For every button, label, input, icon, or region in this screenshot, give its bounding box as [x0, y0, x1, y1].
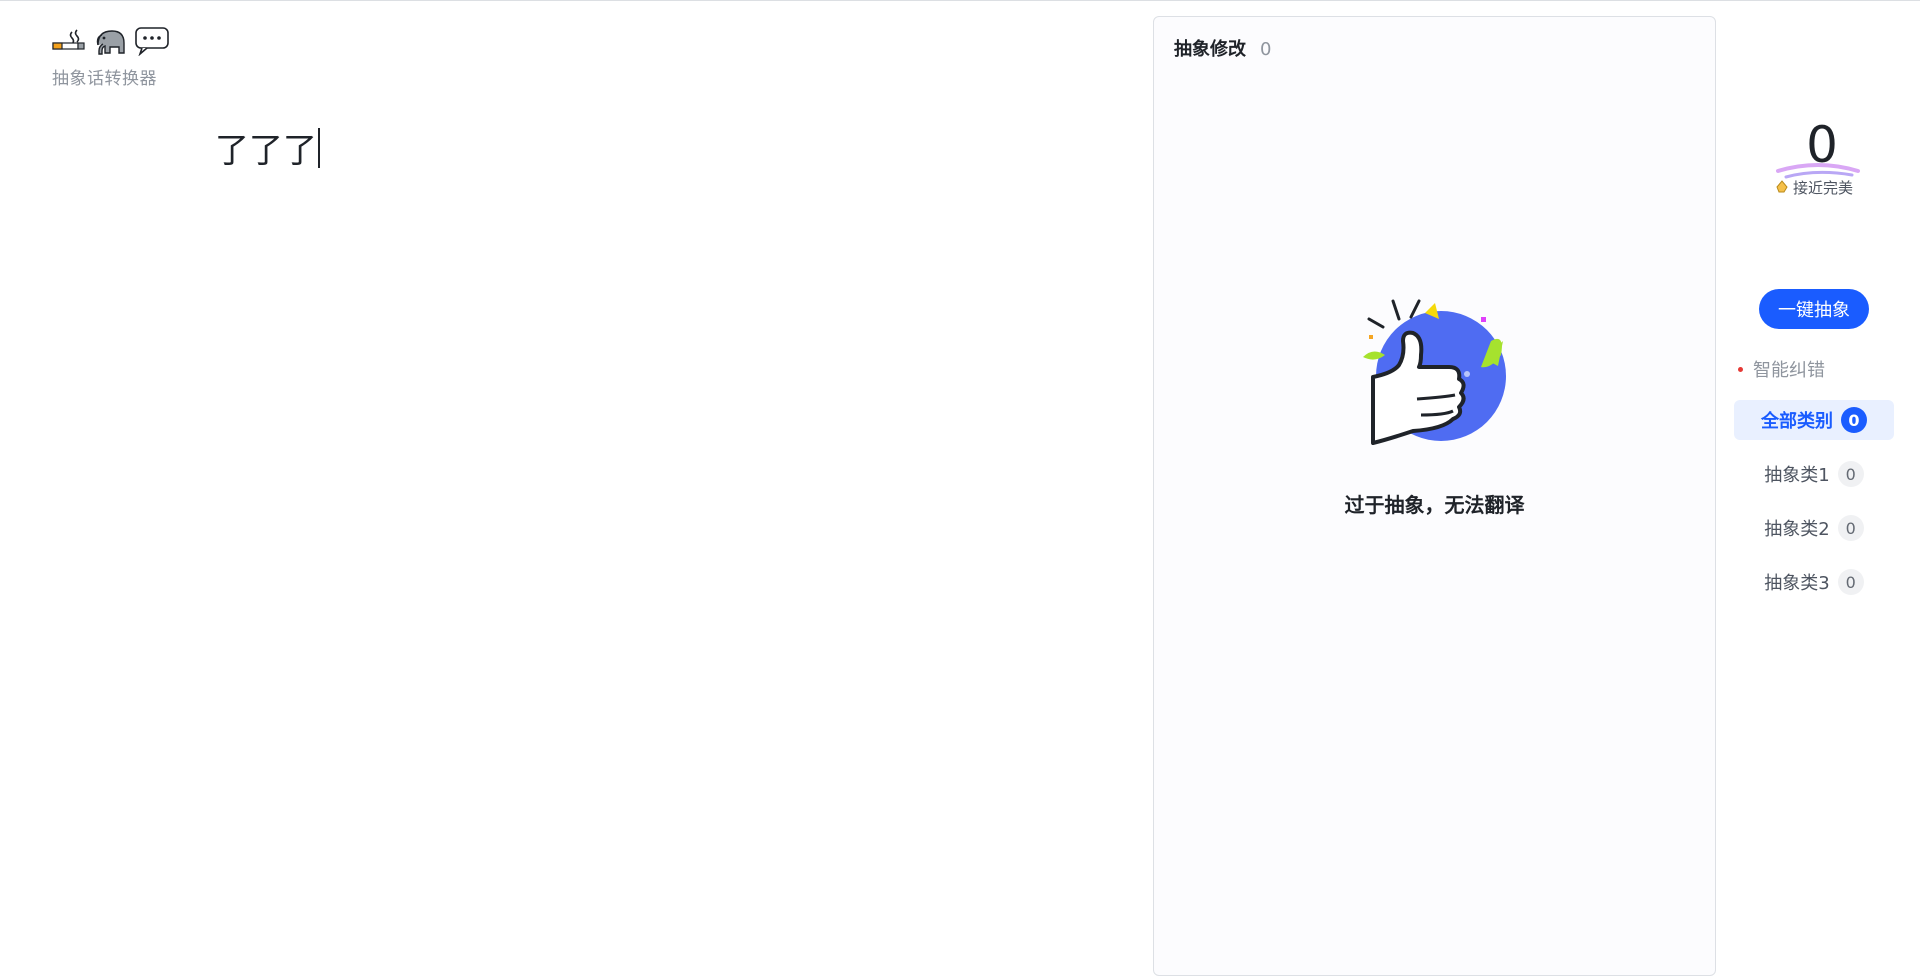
- text-caret: [318, 128, 320, 168]
- panel-title: 抽象修改: [1174, 39, 1246, 60]
- category-label: 抽象类3: [1764, 573, 1830, 594]
- panel-count: 0: [1260, 39, 1272, 60]
- status-dot: [1738, 366, 1743, 372]
- one-click-abstract-button[interactable]: 一键抽象: [1759, 289, 1869, 329]
- thumbs-up-illustration-icon: [1355, 279, 1515, 449]
- clapping-hands-icon: [1774, 178, 1790, 198]
- smart-fix-item[interactable]: 智能纠错: [1738, 356, 1825, 382]
- empty-message: 过于抽象，无法翻译: [1344, 493, 1525, 517]
- smart-fix-label: 智能纠错: [1753, 360, 1825, 381]
- category-count-badge: 0: [1837, 461, 1864, 487]
- speech-balloon-icon: [134, 26, 170, 60]
- score-value: 0: [1806, 116, 1838, 174]
- score-caption: 接近完美: [1774, 177, 1853, 198]
- category-all[interactable]: 全部类别 0: [1734, 400, 1894, 440]
- panel-header: 抽象修改 0: [1174, 35, 1271, 61]
- app-logo: 抽象话转换器: [52, 26, 172, 89]
- score-display: 0 接近完美: [1760, 115, 1870, 205]
- top-border: [0, 0, 1920, 1]
- category-abstract-2[interactable]: 抽象类2 0: [1734, 508, 1894, 548]
- category-count-badge: 0: [1837, 569, 1864, 595]
- editor-text[interactable]: 了了了: [215, 131, 317, 171]
- category-abstract-3[interactable]: 抽象类3 0: [1734, 562, 1894, 602]
- category-label: 全部类别: [1761, 411, 1833, 432]
- logo-text: 抽象话转换器: [52, 69, 157, 89]
- category-count-badge: 0: [1841, 407, 1867, 433]
- text-editor[interactable]: 了了了: [215, 128, 1095, 828]
- category-abstract-1[interactable]: 抽象类1 0: [1734, 454, 1894, 494]
- score-label: 接近完美: [1793, 179, 1854, 197]
- category-count-badge: 0: [1837, 515, 1864, 541]
- result-panel: 抽象修改 0 过于抽象，无法翻译: [1153, 16, 1716, 976]
- category-label: 抽象类2: [1764, 519, 1830, 540]
- logo-icons: [52, 26, 172, 60]
- category-label: 抽象类1: [1764, 465, 1830, 486]
- smoking-icon: [52, 28, 86, 58]
- elephant-icon: [92, 25, 128, 61]
